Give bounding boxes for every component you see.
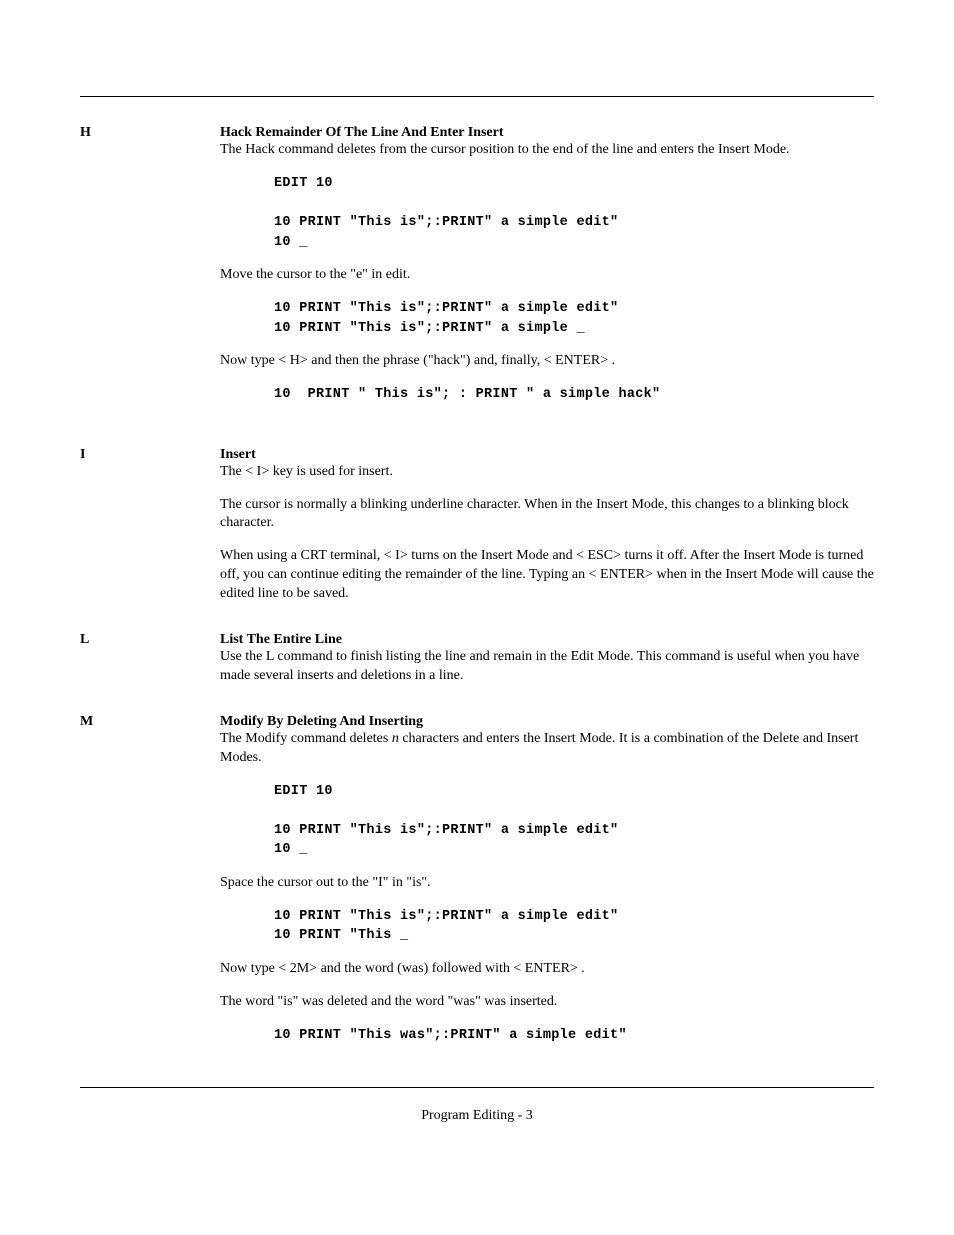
section-content: Modify By Deleting And Inserting The Mod… [220,714,874,1059]
paragraph: The cursor is normally a blinking underl… [220,496,874,534]
section-l: L List The Entire Line Use the L command… [80,632,874,686]
code-line: EDIT 10 [274,784,333,799]
code-line: 10 PRINT " This is"; : PRINT " a simple … [274,387,660,402]
section-content: List The Entire Line Use the L command t… [220,632,874,686]
code-line: 10 _ [274,235,308,250]
section-h: H Hack Remainder Of The Line And Enter I… [80,125,874,419]
paragraph: The word "is" was deleted and the word "… [220,993,874,1012]
code-line: 10 PRINT "This is";:PRINT" a simple edit… [274,301,618,316]
section-key: H [80,125,220,141]
page: H Hack Remainder Of The Line And Enter I… [0,0,954,1164]
paragraph: Use the L command to finish listing the … [220,648,874,686]
code-block: 10 PRINT "This is";:PRINT" a simple edit… [274,299,874,338]
code-block: 10 PRINT "This was";:PRINT" a simple edi… [274,1026,874,1046]
paragraph: Space the cursor out to the "I" in "is". [220,874,874,893]
section-key: I [80,447,220,463]
section-content: Insert The < I> key is used for insert. … [220,447,874,604]
code-line: EDIT 10 [274,176,333,191]
paragraph: When using a CRT terminal, < I> turns on… [220,547,874,604]
code-line: 10 PRINT "This _ [274,928,408,943]
top-rule [80,96,874,97]
section-title: Insert [220,447,874,463]
page-footer: Program Editing - 3 [80,1108,874,1124]
code-block: 10 PRINT "This is";:PRINT" a simple edit… [274,907,874,946]
bottom-rule [80,1087,874,1088]
code-line: 10 PRINT "This is";:PRINT" a simple _ [274,321,585,336]
section-key: M [80,714,220,730]
code-line: 10 PRINT "This is";:PRINT" a simple edit… [274,909,618,924]
code-block: 10 PRINT " This is"; : PRINT " a simple … [274,385,874,405]
paragraph: The < I> key is used for insert. [220,463,874,482]
paragraph: The Hack command deletes from the cursor… [220,141,874,160]
code-block: EDIT 10 10 PRINT "This is";:PRINT" a sim… [274,174,874,252]
code-block: EDIT 10 10 PRINT "This is";:PRINT" a sim… [274,782,874,860]
code-line: 10 PRINT "This was";:PRINT" a simple edi… [274,1028,627,1043]
section-content: Hack Remainder Of The Line And Enter Ins… [220,125,874,419]
italic-n: n [392,731,399,746]
text-span: The Modify command deletes [220,731,392,746]
paragraph: The Modify command deletes n characters … [220,730,874,768]
section-i: I Insert The < I> key is used for insert… [80,447,874,604]
section-title: List The Entire Line [220,632,874,648]
code-line: 10 PRINT "This is";:PRINT" a simple edit… [274,823,618,838]
section-m: M Modify By Deleting And Inserting The M… [80,714,874,1059]
section-key: L [80,632,220,648]
paragraph: Now type < 2M> and the word (was) follow… [220,960,874,979]
code-line: 10 PRINT "This is";:PRINT" a simple edit… [274,215,618,230]
section-title: Modify By Deleting And Inserting [220,714,874,730]
paragraph: Now type < H> and then the phrase ("hack… [220,352,874,371]
code-line: 10 _ [274,842,308,857]
paragraph: Move the cursor to the "e" in edit. [220,266,874,285]
section-title: Hack Remainder Of The Line And Enter Ins… [220,125,874,141]
